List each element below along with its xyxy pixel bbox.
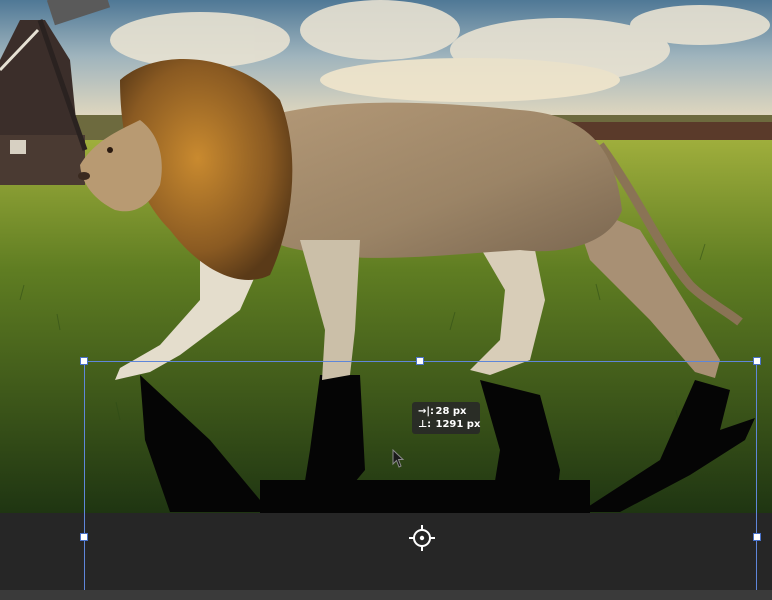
delta-y-row: ⊥: 1291 px: [418, 418, 480, 431]
delta-x-value: 28 px: [435, 406, 467, 417]
transform-handle-top-right[interactable]: [753, 357, 761, 365]
delta-x-row: →|: 28 px: [418, 405, 467, 418]
bottom-bar: [0, 590, 772, 600]
delta-y-symbol: ⊥:: [418, 419, 432, 430]
arrow-cursor-icon: [392, 448, 406, 469]
move-delta-readout: →|: 28 px ⊥: 1291 px: [412, 402, 480, 434]
transform-handle-top-middle[interactable]: [416, 357, 424, 365]
delta-y-value: 1291 px: [435, 419, 481, 430]
transform-handle-middle-right[interactable]: [753, 533, 761, 541]
transform-handle-top-left[interactable]: [80, 357, 88, 365]
transform-handle-middle-left[interactable]: [80, 533, 88, 541]
transform-bounding-box[interactable]: [84, 361, 757, 590]
delta-x-symbol: →|:: [418, 406, 435, 417]
reference-point-crosshair-icon[interactable]: [408, 524, 436, 552]
